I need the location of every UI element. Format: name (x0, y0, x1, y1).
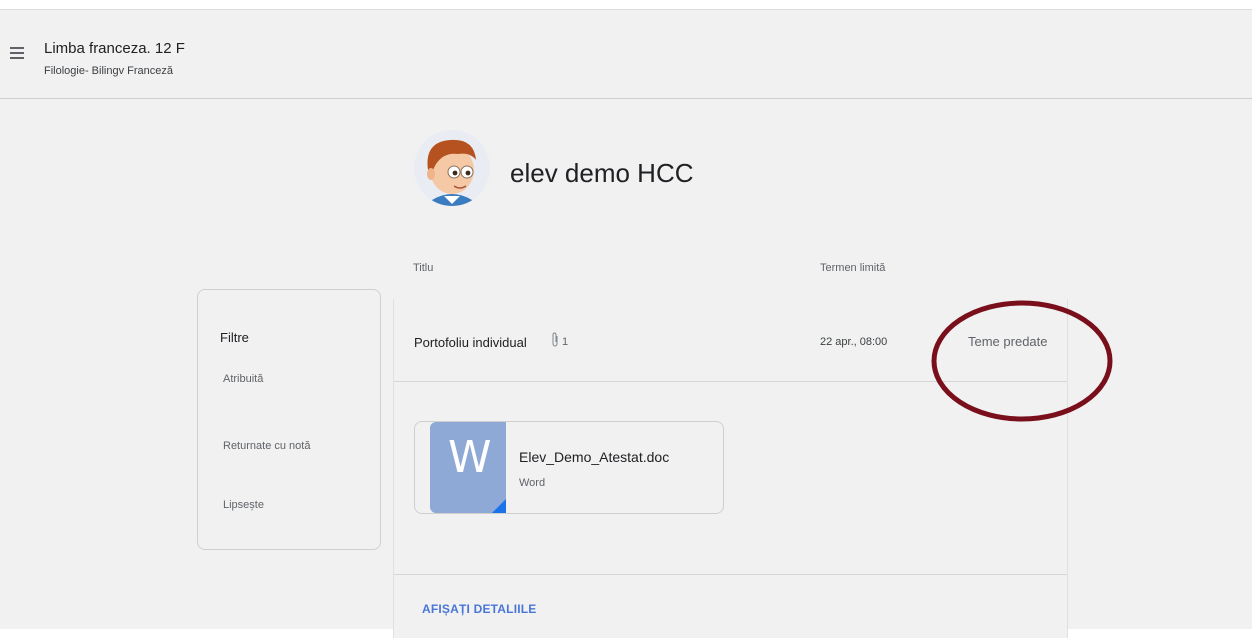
filter-missing[interactable]: Lipsește (223, 499, 264, 511)
student-avatar (414, 130, 490, 206)
column-header-title: Titlu (413, 262, 434, 274)
filter-assigned[interactable]: Atribuită (223, 373, 263, 385)
assignment-row[interactable]: Portofoliu individual 1 22 apr., 08:00 T… (394, 299, 1067, 382)
attachment-card[interactable]: W Elev_Demo_Atestat.doc Word (414, 421, 724, 514)
filter-returned-graded[interactable]: Returnate cu notă (223, 440, 310, 452)
top-bar: Limba franceza. 12 F Filologie- Bilingv … (0, 10, 1252, 99)
show-details-link[interactable]: AFIȘAȚI DETALIILE (422, 602, 537, 616)
course-title[interactable]: Limba franceza. 12 F (44, 40, 185, 57)
assignment-panel: Portofoliu individual 1 22 apr., 08:00 T… (393, 299, 1068, 638)
assignment-title: Portofoliu individual (414, 335, 527, 350)
due-date: 22 apr., 08:00 (820, 336, 888, 348)
attachment-count: 1 (562, 336, 569, 348)
column-header-due: Termen limită (820, 262, 886, 274)
word-file-icon: W (430, 422, 506, 513)
course-subtitle: Filologie- Bilingv Franceză (44, 65, 173, 77)
paperclip-icon (552, 332, 558, 347)
page: Limba franceza. 12 F Filologie- Bilingv … (0, 9, 1252, 638)
student-name: elev demo HCC (510, 158, 694, 188)
menu-icon[interactable] (10, 47, 24, 59)
divider (394, 574, 1067, 575)
file-corner-icon (492, 499, 506, 513)
file-name: Elev_Demo_Atestat.doc (519, 449, 670, 465)
file-type: Word (519, 477, 546, 489)
filters-title: Filtre (220, 330, 249, 345)
status-label: Teme predate (968, 334, 1048, 349)
word-file-letter: W (448, 432, 492, 483)
filters-panel: Filtre Atribuită Returnate cu notă Lipse… (197, 289, 381, 550)
